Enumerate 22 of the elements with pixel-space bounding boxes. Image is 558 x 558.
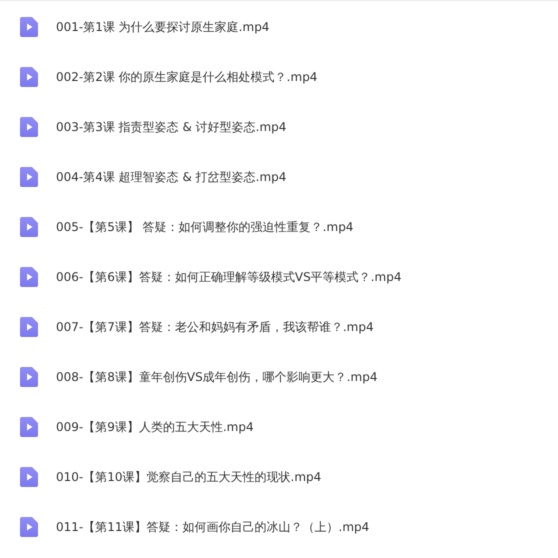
file-name[interactable]: 003-第3课 指责型姿态 & 讨好型姿态.mp4 xyxy=(56,118,286,136)
video-file-icon xyxy=(20,17,38,37)
video-file-icon xyxy=(20,367,38,387)
video-file-icon xyxy=(20,417,38,437)
video-file-icon xyxy=(20,467,38,487)
file-name[interactable]: 004-第4课 超理智姿态 & 打岔型姿态.mp4 xyxy=(56,168,286,186)
video-file-icon xyxy=(20,117,38,137)
file-name[interactable]: 008-【第8课】童年创伤VS成年创伤，哪个影响更大？.mp4 xyxy=(56,368,378,386)
file-name[interactable]: 010-【第10课】觉察自己的五大天性的现状.mp4 xyxy=(56,468,322,486)
file-name[interactable]: 009-【第9课】人类的五大天性.mp4 xyxy=(56,418,254,436)
video-file-icon xyxy=(20,217,38,237)
video-file-icon xyxy=(20,167,38,187)
file-name[interactable]: 005-【第5课】 答疑：如何调整你的强迫性重复？.mp4 xyxy=(56,218,354,236)
file-name[interactable]: 007-【第7课】答疑：老公和妈妈有矛盾，我该帮谁？.mp4 xyxy=(56,318,374,336)
video-file-icon xyxy=(20,267,38,287)
file-name[interactable]: 006-【第6课】答疑：如何正确理解等级模式VS平等模式？.mp4 xyxy=(56,268,402,286)
video-file-icon xyxy=(20,517,38,537)
video-file-icon xyxy=(20,317,38,337)
file-name[interactable]: 011-【第11课】答疑：如何画你自己的冰山？（上）.mp4 xyxy=(56,518,370,536)
video-file-icon xyxy=(20,67,38,87)
file-name[interactable]: 002-第2课 你的原生家庭是什么相处模式？.mp4 xyxy=(56,68,318,86)
file-name[interactable]: 001-第1课 为什么要探讨原生家庭.mp4 xyxy=(56,18,270,36)
